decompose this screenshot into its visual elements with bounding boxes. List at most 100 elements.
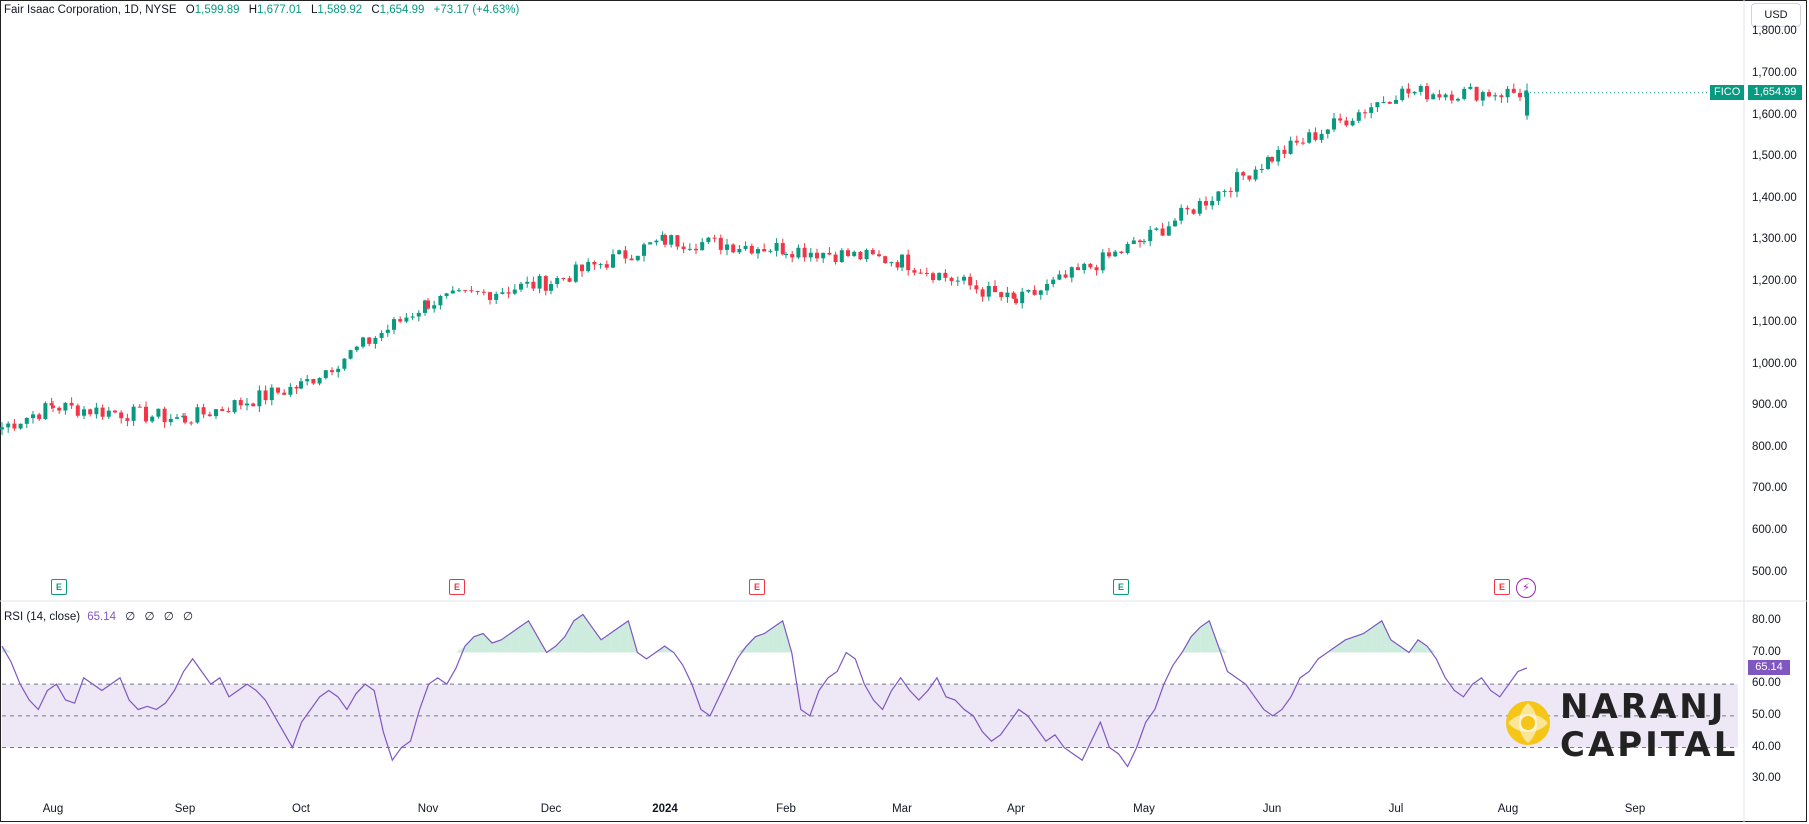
candle-body — [214, 409, 218, 417]
candle-body — [1288, 140, 1293, 154]
candle-body — [561, 278, 566, 280]
candle-body — [1493, 95, 1498, 97]
candle-body — [288, 386, 293, 395]
candle-body — [398, 319, 403, 322]
candle-body — [1107, 252, 1111, 257]
currency-button[interactable]: USD — [1751, 3, 1801, 27]
logo-line-1: NARANJ — [1560, 687, 1727, 727]
candle-body — [943, 272, 948, 278]
candle-body — [1185, 207, 1190, 210]
rsi-tick-label: 40.00 — [1752, 740, 1781, 753]
price-tick-label: 1,100.00 — [1752, 316, 1797, 329]
candle-body — [257, 390, 262, 407]
symbol-title: Fair Isaac Corporation, 1D, NYSE — [4, 4, 177, 16]
candle-body — [354, 346, 359, 351]
candle-body — [24, 417, 29, 424]
candle-body — [1443, 94, 1448, 98]
candle-body — [1138, 240, 1142, 243]
time-tick-label: Apr — [1007, 803, 1025, 815]
time-tick-label: Sep — [174, 803, 196, 815]
close-value: 1,654.99 — [379, 4, 425, 16]
candle-body — [1480, 92, 1485, 101]
candle-body — [1400, 88, 1405, 101]
candle-body — [1350, 120, 1355, 126]
candle-body — [500, 292, 505, 294]
rsi-extra-3: ∅ — [163, 611, 174, 623]
candle-body — [450, 290, 455, 294]
candle-body — [137, 406, 142, 408]
candle-body — [426, 300, 430, 309]
candle-body — [1387, 101, 1392, 104]
candle-body — [1487, 92, 1491, 97]
rsi-overbought-fill — [1191, 627, 1201, 653]
candle-body — [269, 387, 274, 401]
candle-body — [512, 289, 517, 294]
rsi-overbought-fill — [483, 633, 493, 653]
high-label: H — [248, 4, 258, 16]
candle-body — [342, 358, 347, 369]
naranj-capital-logo-icon — [1506, 701, 1550, 745]
candle-body — [82, 409, 86, 416]
time-tick-label: Dec — [540, 803, 562, 815]
candle-body — [802, 247, 807, 258]
time-tick-label: May — [1133, 803, 1155, 815]
candle-body — [94, 407, 99, 415]
candle-body — [189, 422, 194, 424]
rsi-overbought-fill — [1336, 639, 1346, 653]
earnings-badge[interactable]: E — [51, 579, 67, 595]
lightning-icon[interactable]: ⚡ — [1516, 578, 1536, 598]
candle-body — [131, 406, 136, 421]
candle-body — [604, 264, 609, 268]
candle-body — [839, 250, 844, 262]
candle-body — [1076, 267, 1080, 271]
candle-body — [444, 293, 449, 296]
candle-body — [1356, 112, 1361, 121]
candle-body — [549, 284, 553, 291]
candle-body — [700, 242, 705, 251]
candle-body — [790, 254, 795, 258]
candle-body — [1456, 98, 1460, 101]
candle-body — [1462, 88, 1467, 99]
rsi-tick-label: 30.00 — [1752, 772, 1781, 785]
candle-body — [88, 409, 93, 415]
candle-body — [144, 406, 148, 422]
candle-body — [1166, 226, 1171, 236]
candle-body — [12, 423, 17, 429]
candle-body — [276, 387, 280, 393]
price-tick-label: 800.00 — [1752, 440, 1788, 453]
candle-body — [1160, 228, 1165, 236]
candle-body — [1142, 241, 1146, 243]
candle-body — [336, 368, 341, 373]
candle-body — [1294, 140, 1299, 143]
candle-body — [525, 281, 530, 284]
earnings-badge[interactable]: E — [749, 579, 765, 595]
candle-body — [69, 402, 74, 406]
rsi-last-label: 65.14 — [1748, 659, 1790, 675]
candle-body — [1266, 157, 1270, 169]
candle-body — [1014, 298, 1018, 304]
candle-body — [1045, 284, 1049, 291]
earnings-badge[interactable]: E — [449, 579, 465, 595]
candle-body — [1344, 120, 1349, 126]
candle-body — [1425, 86, 1429, 100]
candle-body — [912, 270, 917, 273]
candle-body — [756, 248, 760, 254]
price-tick-label: 1,600.00 — [1752, 108, 1797, 121]
candle-body — [1100, 252, 1105, 271]
candle-body — [999, 292, 1004, 298]
time-tick-label: Nov — [417, 803, 439, 815]
rsi-legend[interactable]: RSI (14, close) 65.14 ∅ ∅ ∅ ∅ — [4, 609, 193, 623]
candle-body — [900, 254, 904, 268]
candle-body — [367, 337, 372, 344]
price-tick-label: 500.00 — [1752, 565, 1788, 578]
time-tick-label: 2024 — [652, 803, 678, 815]
earnings-badge[interactable]: E — [1113, 579, 1129, 595]
candle-body — [1094, 267, 1099, 271]
price-tick-label: 1,400.00 — [1752, 191, 1797, 204]
candle-body — [762, 248, 767, 252]
rsi-tick-label: 70.00 — [1752, 645, 1781, 658]
change-value: +73.17 (+4.63%) — [433, 4, 520, 16]
candle-body — [392, 319, 396, 330]
candle-body — [457, 290, 461, 292]
earnings-badge[interactable]: E — [1494, 579, 1510, 595]
